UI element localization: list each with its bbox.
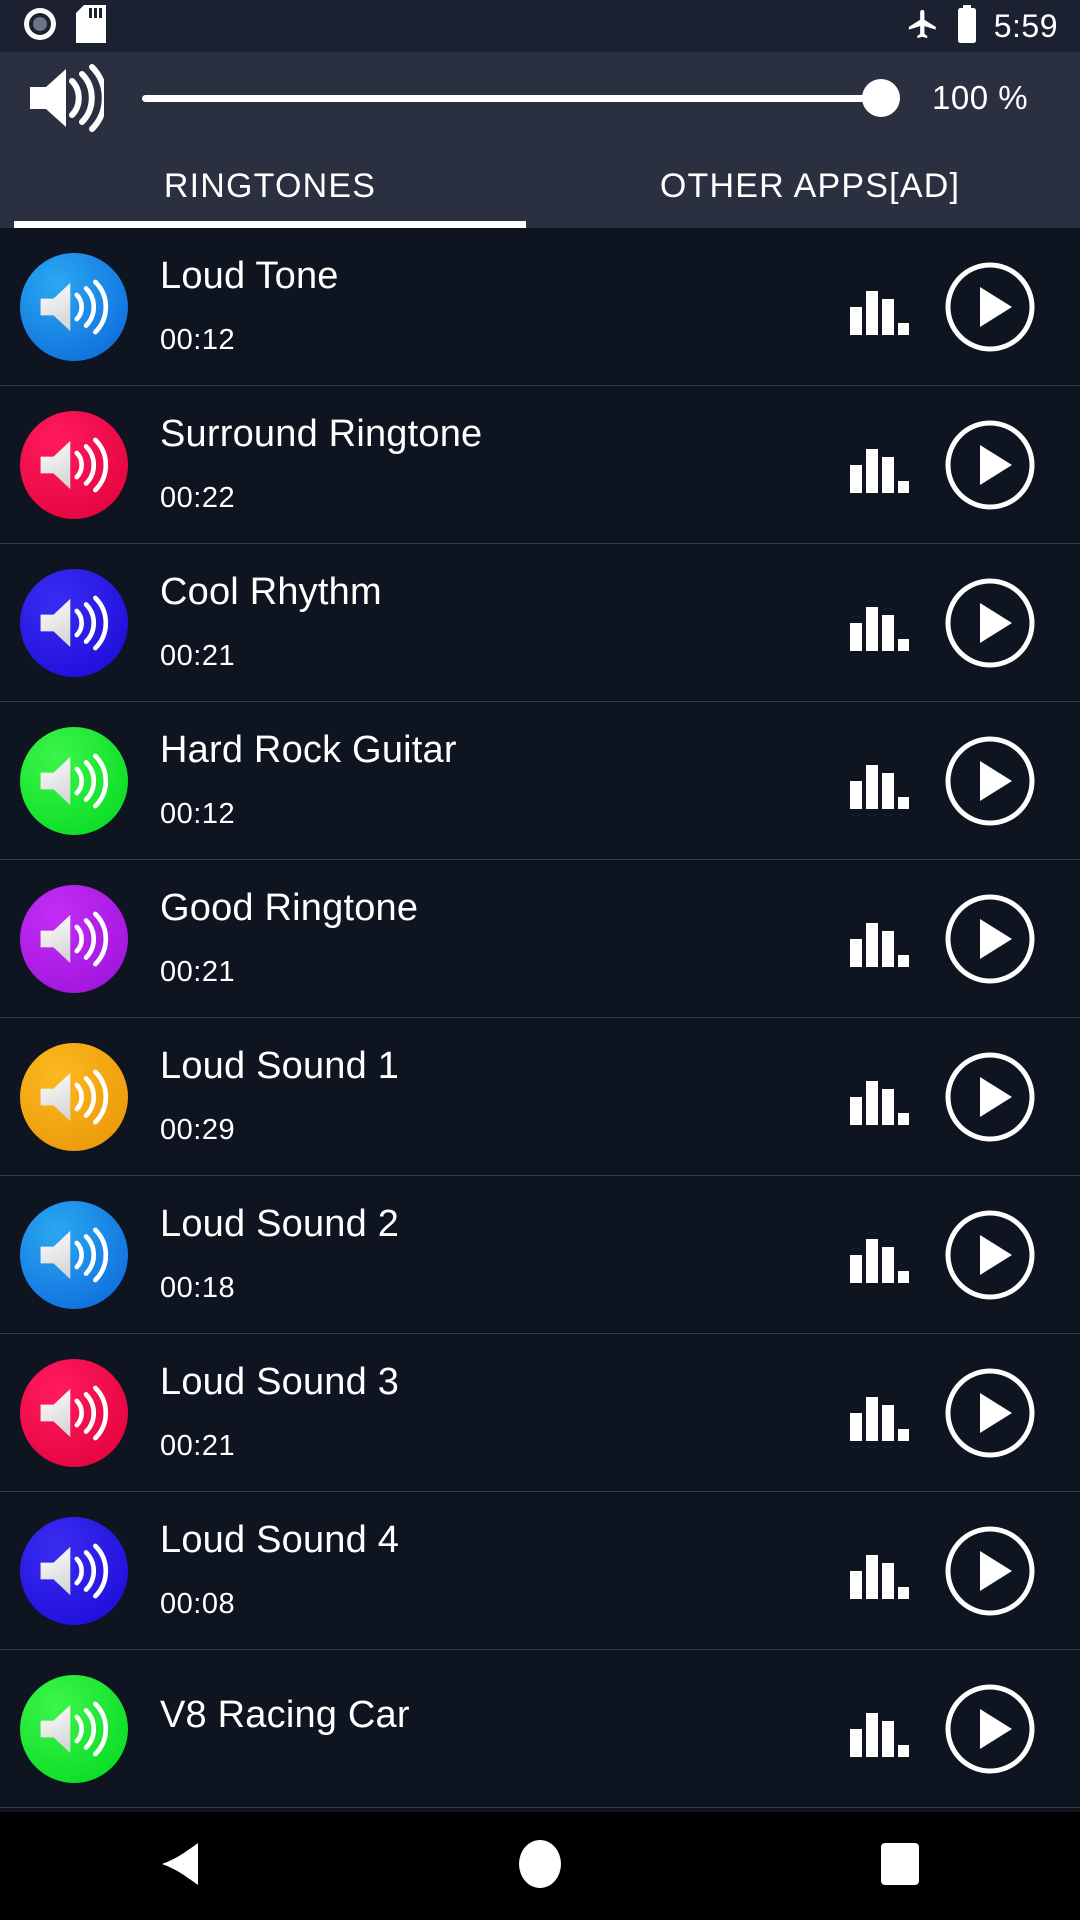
- ringtone-row[interactable]: Loud Sound 3 00:21: [0, 1334, 1080, 1492]
- tab-ringtones-label: RINGTONES: [163, 166, 377, 205]
- ringtone-speaker-icon: [20, 1200, 128, 1309]
- equalizer-icon[interactable]: [834, 1385, 924, 1441]
- ringtone-speaker-icon: [20, 726, 128, 835]
- ringtone-title: Cool Rhythm: [160, 571, 382, 614]
- ringtone-duration: 00:21: [160, 1429, 236, 1462]
- nav-back-button[interactable]: [0, 1841, 360, 1892]
- status-bar: 5:59: [0, 0, 1080, 52]
- ringtone-text-block: Loud Sound 4 00:08: [128, 1507, 834, 1635]
- sd-card-icon: [76, 4, 106, 48]
- ringtone-speaker-icon: [20, 1674, 128, 1783]
- play-button[interactable]: [924, 417, 1056, 513]
- ringtone-title: V8 Racing Car: [160, 1693, 410, 1736]
- ringtone-title: Loud Sound 1: [160, 1045, 400, 1088]
- tab-bar: RINGTONES OTHER APPS[AD]: [0, 144, 1080, 228]
- ringtone-row[interactable]: V8 Racing Car: [0, 1650, 1080, 1808]
- ringtone-speaker-icon: [20, 410, 128, 519]
- ringtone-title: Good Ringtone: [160, 887, 419, 930]
- ringtone-row[interactable]: Hard Rock Guitar 00:12: [0, 702, 1080, 860]
- ringtone-text-block: Loud Sound 2 00:18: [128, 1191, 834, 1319]
- ringtone-duration: 00:12: [160, 323, 236, 356]
- ringtone-title: Loud Sound 4: [160, 1519, 400, 1562]
- app-screen: 5:59 100 % RINGTONES OTHER APPS[AD] Loud…: [0, 0, 1080, 1920]
- play-button[interactable]: [924, 575, 1056, 671]
- tab-other-apps-label: OTHER APPS[AD]: [659, 166, 961, 205]
- tab-ringtones[interactable]: RINGTONES: [0, 144, 540, 228]
- ringtone-row[interactable]: Loud Tone 00:12: [0, 228, 1080, 386]
- ringtone-text-block: Loud Sound 1 00:29: [128, 1033, 834, 1161]
- ringtone-row[interactable]: Loud Sound 1 00:29: [0, 1018, 1080, 1176]
- ringtone-duration: 00:12: [160, 797, 236, 830]
- camera-recording-icon: [22, 6, 58, 47]
- ringtone-speaker-icon: [20, 1516, 128, 1625]
- play-button[interactable]: [924, 1049, 1056, 1145]
- equalizer-icon[interactable]: [834, 1227, 924, 1283]
- equalizer-icon[interactable]: [834, 753, 924, 809]
- play-button[interactable]: [924, 1681, 1056, 1777]
- android-navigation-bar: [0, 1812, 1080, 1920]
- ringtone-title: Surround Ringtone: [160, 413, 483, 456]
- home-circle-icon: [517, 1839, 563, 1894]
- play-button[interactable]: [924, 259, 1056, 355]
- battery-full-icon: [956, 4, 978, 48]
- play-button[interactable]: [924, 1523, 1056, 1619]
- ringtone-duration: 00:18: [160, 1271, 236, 1304]
- volume-percent-label: 100 %: [932, 79, 1029, 116]
- ringtone-row[interactable]: Good Ringtone 00:21: [0, 860, 1080, 1018]
- volume-control-bar: 100 %: [0, 52, 1080, 144]
- volume-slider-thumb[interactable]: [862, 79, 900, 117]
- ringtone-text-block: Good Ringtone 00:21: [128, 875, 834, 1003]
- ringtone-text-block: Cool Rhythm 00:21: [128, 559, 834, 687]
- ringtone-speaker-icon: [20, 1358, 128, 1467]
- play-button[interactable]: [924, 891, 1056, 987]
- ringtone-title: Loud Sound 3: [160, 1361, 400, 1404]
- speaker-volume-icon[interactable]: [26, 63, 104, 133]
- ringtone-duration: 00:22: [160, 481, 236, 514]
- airplane-mode-icon: [906, 7, 940, 46]
- status-bar-clock: 5:59: [993, 8, 1058, 44]
- play-button[interactable]: [924, 1365, 1056, 1461]
- ringtone-speaker-icon: [20, 568, 128, 677]
- volume-slider[interactable]: [118, 78, 910, 118]
- equalizer-icon[interactable]: [834, 1543, 924, 1599]
- ringtone-text-block: Loud Tone 00:12: [128, 243, 834, 371]
- ringtone-title: Loud Tone: [160, 255, 339, 298]
- equalizer-icon[interactable]: [834, 437, 924, 493]
- nav-home-button[interactable]: [360, 1839, 720, 1894]
- tab-other-apps[interactable]: OTHER APPS[AD]: [540, 144, 1080, 228]
- ringtone-row[interactable]: Surround Ringtone 00:22: [0, 386, 1080, 544]
- equalizer-icon[interactable]: [834, 911, 924, 967]
- play-button[interactable]: [924, 1207, 1056, 1303]
- status-bar-left-icons: [22, 4, 106, 48]
- play-button[interactable]: [924, 733, 1056, 829]
- ringtone-speaker-icon: [20, 1042, 128, 1151]
- ringtone-row[interactable]: Cool Rhythm 00:21: [0, 544, 1080, 702]
- ringtone-speaker-icon: [20, 884, 128, 993]
- ringtone-text-block: Surround Ringtone 00:22: [128, 401, 834, 529]
- ringtone-duration: 00:21: [160, 955, 236, 988]
- ringtone-duration: 00:08: [160, 1587, 236, 1620]
- ringtone-text-block: Loud Sound 3 00:21: [128, 1349, 834, 1477]
- equalizer-icon[interactable]: [834, 1069, 924, 1125]
- ringtone-row[interactable]: Loud Sound 2 00:18: [0, 1176, 1080, 1334]
- ringtone-row[interactable]: Loud Sound 4 00:08: [0, 1492, 1080, 1650]
- ringtone-text-block: Hard Rock Guitar 00:12: [128, 717, 834, 845]
- ringtone-text-block: V8 Racing Car: [128, 1665, 834, 1793]
- ringtone-list[interactable]: Loud Tone 00:12 Surround Ringtone 00:22 Cool…: [0, 228, 1080, 1812]
- recents-square-icon: [878, 1841, 922, 1892]
- status-bar-right-icons: 5:59: [906, 4, 1058, 48]
- ringtone-title: Loud Sound 2: [160, 1203, 400, 1246]
- tab-active-indicator: [14, 221, 526, 228]
- equalizer-icon[interactable]: [834, 595, 924, 651]
- ringtone-speaker-icon: [20, 252, 128, 361]
- ringtone-duration: 00:21: [160, 639, 236, 672]
- nav-recents-button[interactable]: [720, 1841, 1080, 1892]
- equalizer-icon[interactable]: [834, 1701, 924, 1757]
- ringtone-title: Hard Rock Guitar: [160, 729, 457, 772]
- back-triangle-icon: [158, 1841, 202, 1892]
- equalizer-icon[interactable]: [834, 279, 924, 335]
- ringtone-duration: 00:29: [160, 1113, 236, 1146]
- volume-slider-track: [142, 94, 886, 102]
